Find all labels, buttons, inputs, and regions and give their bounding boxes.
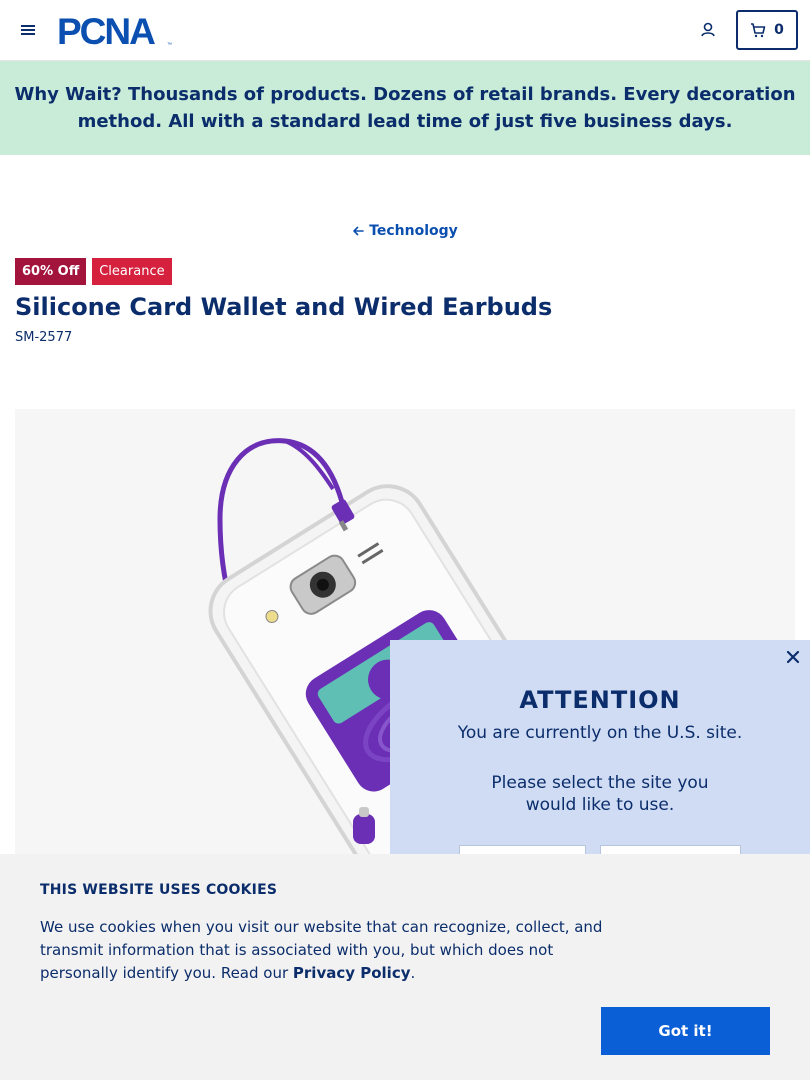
cookie-period: . <box>410 964 416 982</box>
breadcrumb: Technology <box>0 222 810 241</box>
product-title: Silicone Card Wallet and Wired Earbuds <box>15 293 553 321</box>
cookie-banner: THIS WEBSITE USES COOKIES We use cookies… <box>0 854 810 1080</box>
site-header: PCNA ™ 0 <box>0 0 810 61</box>
cookie-text: We use cookies when you visit our websit… <box>40 916 620 985</box>
svg-text:PCNA: PCNA <box>57 13 155 47</box>
hamburger-icon[interactable] <box>20 22 36 38</box>
pcna-logo[interactable]: PCNA ™ <box>57 13 177 47</box>
accept-cookies-button[interactable]: Got it! <box>601 1007 770 1055</box>
breadcrumb-label: Technology <box>369 223 458 239</box>
cart-button[interactable]: 0 <box>736 10 798 50</box>
privacy-policy-link[interactable]: Privacy Policy <box>293 964 411 982</box>
clearance-badge: Clearance <box>92 258 172 285</box>
attention-title: ATTENTION <box>519 686 681 714</box>
cart-count: 0 <box>774 22 784 38</box>
svg-text:™: ™ <box>167 42 172 47</box>
arrow-left-icon <box>353 226 364 236</box>
promo-body: Thousands of products. Dozens of retail … <box>77 84 796 132</box>
breadcrumb-technology-link[interactable]: Technology <box>352 223 458 239</box>
product-badges: 60% Off Clearance <box>15 258 172 285</box>
attention-instruction: Please select the site you would like to… <box>491 773 709 815</box>
attention-current-site: You are currently on the U.S. site. <box>457 723 743 743</box>
promo-text: Why Wait? Thousands of products. Dozens … <box>12 81 798 135</box>
close-icon[interactable] <box>786 650 800 664</box>
discount-badge: 60% Off <box>15 258 87 285</box>
product-sku: SM-2577 <box>15 330 73 345</box>
cart-icon <box>751 23 766 38</box>
promo-lead: Why Wait? <box>14 84 122 105</box>
user-icon[interactable] <box>698 20 718 40</box>
cookie-title: THIS WEBSITE USES COOKIES <box>40 882 278 898</box>
site-selector-popup: ATTENTION You are currently on the U.S. … <box>390 640 810 875</box>
promo-banner: Why Wait? Thousands of products. Dozens … <box>0 61 810 155</box>
